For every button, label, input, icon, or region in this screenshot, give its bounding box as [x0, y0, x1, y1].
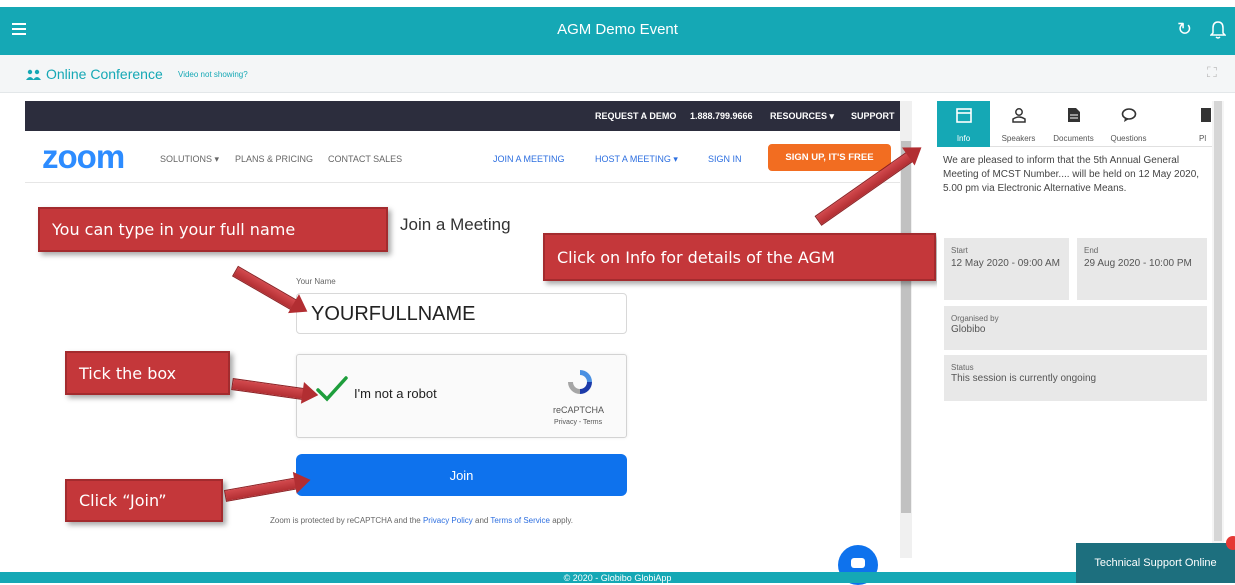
checkmark-icon[interactable]	[315, 375, 349, 403]
signup-button[interactable]: SIGN UP, IT'S FREE	[768, 144, 891, 171]
support-button[interactable]: Technical Support Online	[1076, 543, 1235, 583]
tab-documents-label: Documents	[1053, 134, 1094, 143]
chat-icon	[1121, 108, 1137, 122]
arrow-to-checkbox	[231, 378, 307, 401]
document-icon	[1068, 108, 1080, 122]
name-label: Your Name	[296, 277, 336, 286]
chat-icon	[851, 558, 865, 568]
terms-link[interactable]: Terms of Service	[490, 516, 550, 525]
panel-tabs: Info Speakers Documents Questions Pl	[937, 101, 1212, 147]
host-meeting-link[interactable]: HOST A MEETING ▾	[595, 154, 678, 165]
sign-in-link[interactable]: SIGN IN	[708, 154, 742, 164]
tab-speakers-label: Speakers	[1001, 134, 1036, 143]
legal-text: Zoom is protected by reCAPTCHA and the P…	[270, 516, 573, 525]
start-value: 12 May 2020 - 09:00 AM	[951, 258, 1060, 269]
status-value: This session is currently ongoing	[951, 373, 1097, 384]
resources-link[interactable]: RESOURCES ▾	[770, 111, 834, 122]
tab-speakers[interactable]: Speakers	[992, 101, 1045, 147]
fullscreen-icon[interactable]: ⛶	[1207, 64, 1217, 81]
recaptcha-logo-icon	[568, 370, 592, 394]
contact-sales-link[interactable]: CONTACT SALES	[328, 154, 402, 164]
join-meeting-link[interactable]: JOIN A MEETING	[493, 154, 565, 164]
zoom-logo: zoom	[42, 138, 125, 175]
start-label: Start	[951, 246, 968, 255]
name-input[interactable]: YOURFULLNAME	[296, 293, 627, 334]
app-header: AGM Demo Event ↻	[0, 7, 1235, 55]
support-link[interactable]: SUPPORT	[851, 111, 895, 121]
organiser-box: Organised by Globibo	[944, 306, 1207, 350]
callout-join: Click “Join”	[65, 479, 223, 522]
callout-name: You can type in your full name	[38, 207, 388, 252]
zoom-nav: SOLUTIONS ▾ PLANS & PRICING CONTACT SALE…	[25, 131, 900, 183]
recaptcha-brand: reCAPTCHA	[553, 405, 605, 415]
callout-tick: Tick the box	[65, 351, 230, 395]
zoom-topbar: REQUEST A DEMO 1.888.799.9666 RESOURCES …	[25, 101, 900, 131]
refresh-icon[interactable]: ↻	[1177, 19, 1192, 40]
tab-info[interactable]: Info	[937, 101, 990, 147]
status-box: Status This session is currently ongoing	[944, 355, 1207, 401]
solutions-link[interactable]: SOLUTIONS ▾	[160, 154, 219, 165]
join-button[interactable]: Join	[296, 454, 627, 496]
privacy-policy-link[interactable]: Privacy Policy	[423, 516, 473, 525]
end-value: 29 Aug 2020 - 10:00 PM	[1084, 258, 1192, 269]
arrow-to-name	[232, 265, 299, 312]
recaptcha-links[interactable]: Privacy - Terms	[554, 419, 602, 426]
tab-documents[interactable]: Documents	[1047, 101, 1100, 147]
bell-icon[interactable]	[1210, 20, 1226, 40]
end-box: End 29 Aug 2020 - 10:00 PM	[1077, 238, 1207, 300]
organiser-label: Organised by	[951, 314, 999, 323]
organiser-value: Globibo	[951, 324, 986, 335]
arrow-to-join	[223, 477, 299, 502]
support-label: Technical Support Online	[1094, 557, 1217, 569]
plans-pricing-link[interactable]: PLANS & PRICING	[235, 154, 313, 164]
people-icon	[26, 69, 41, 80]
video-help-link[interactable]: Video not showing?	[178, 70, 248, 79]
legal-prefix: Zoom is protected by reCAPTCHA and the	[270, 516, 423, 525]
tab-polls[interactable]: Pl	[1157, 101, 1212, 147]
event-description: We are pleased to inform that the 5th An…	[943, 155, 1200, 194]
tab-polls-label: Pl	[1199, 134, 1207, 143]
tab-questions-label: Questions	[1110, 134, 1147, 143]
status-label: Status	[951, 363, 974, 372]
start-box: Start 12 May 2020 - 09:00 AM	[944, 238, 1069, 300]
speaker-icon	[1012, 108, 1026, 123]
calendar-icon	[956, 108, 972, 123]
notification-badge	[1226, 536, 1235, 550]
captcha-label: I'm not a robot	[354, 386, 437, 401]
poll-icon	[1201, 108, 1211, 122]
copyright-text: © 2020 - Globibo GlobiApp	[563, 573, 672, 583]
event-title: AGM Demo Event	[557, 21, 678, 38]
callout-info: Click on Info for details of the AGM	[543, 233, 936, 281]
end-label: End	[1084, 246, 1099, 255]
panel-scrollbar[interactable]	[1212, 101, 1224, 571]
request-demo-link[interactable]: REQUEST A DEMO	[595, 111, 676, 121]
conference-title: Online Conference	[46, 66, 163, 82]
phone-link[interactable]: 1.888.799.9666	[690, 111, 753, 121]
recaptcha-widget: I'm not a robot reCAPTCHA Privacy - Term…	[296, 354, 627, 438]
legal-suffix: apply.	[550, 516, 573, 525]
footer-bar: © 2020 - Globibo GlobiApp	[0, 572, 1235, 583]
tab-questions[interactable]: Questions	[1102, 101, 1155, 147]
conference-bar: Online Conference Video not showing? ⛶	[0, 55, 1235, 93]
legal-and: and	[472, 516, 491, 525]
tab-info-label: Info	[956, 134, 971, 143]
join-heading: Join a Meeting	[400, 215, 511, 234]
